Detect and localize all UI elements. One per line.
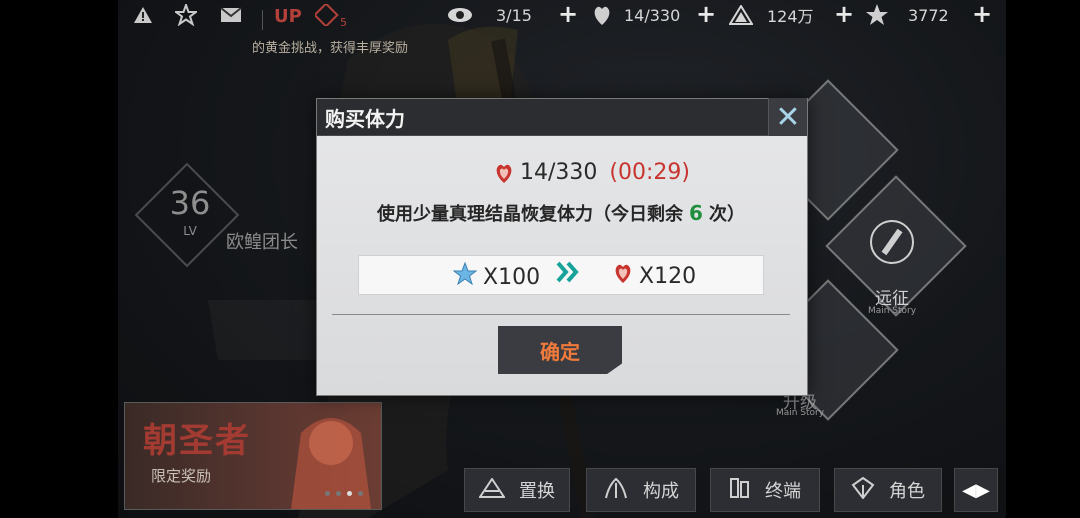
chevron-right-icon [555,260,581,290]
expand-arrows-button[interactable]: ◀▶ [954,468,998,512]
dialog-header: 购买体力 [317,99,807,136]
add-resource-3-button[interactable]: + [832,0,856,28]
dialog-description: 使用少量真理结晶恢复体力（今日剩余 6 次） [316,200,806,226]
upgrade-subtitle: Main Story [775,408,825,418]
swap-triangle-icon [478,476,506,503]
add-resource-4-button[interactable]: + [970,0,994,28]
terminal-button[interactable]: 终端 [710,468,820,512]
resource-value-2: 14/330 [624,5,681,25]
swap-label: 置换 [519,481,555,502]
player-name[interactable]: 欧鳇团长 [226,228,298,254]
warning-icon[interactable] [130,4,156,26]
gain-item: X120 [613,262,696,290]
cost-item: X100 [452,261,541,292]
resource-value-1: 3/15 [496,5,532,25]
banner-pager [325,491,363,496]
formation-label: 构成 [643,481,679,502]
banner-subtitle: 限定奖励 [151,467,212,485]
stamina-status: 14/330 (00:29) [494,160,690,185]
stamina-timer: (00:29) [609,160,690,185]
swap-button[interactable]: 置换 [464,468,570,512]
exchange-row: X100 X120 [358,255,764,295]
level-label: LV [183,224,197,238]
add-resource-1-button[interactable]: + [556,0,580,28]
remaining-count: 6 [689,201,703,225]
triangle-coin-icon [728,4,754,26]
terminal-icon [729,477,751,504]
close-button[interactable]: ✕ [768,98,807,136]
event-badge-icon[interactable] [314,4,340,26]
add-resource-2-button[interactable]: + [694,0,718,28]
character-label: 角色 [889,481,925,502]
formation-icon [603,477,629,504]
settings-star-icon[interactable] [173,4,199,26]
terminal-label: 终端 [765,481,801,502]
confirm-button[interactable]: 确定 [498,326,622,374]
stamina-heart-icon [589,4,615,26]
resource-value-3: 124万 [767,7,814,26]
stamina-value: 14/330 [520,160,598,185]
desc-prefix: 使用少量真理结晶恢复体力（今日剩余 [377,204,684,225]
resource-value-4: 3772 [908,5,949,25]
dialog-divider [332,314,790,315]
event-badge-count: 5 [340,15,347,29]
up-event-label[interactable]: UP [274,4,302,28]
compass-icon [870,220,914,264]
dialog-title: 购买体力 [325,107,405,131]
stamina-heart-icon [613,262,633,290]
player-level: 36 [169,184,211,222]
character-button[interactable]: 角色 [834,468,942,512]
event-banner[interactable]: 朝圣者 限定奖励 [124,402,382,510]
stamina-heart-icon [494,162,514,184]
desc-suffix: 次） [708,204,745,225]
topbar-divider [262,10,263,30]
eye-icon [447,4,473,26]
crystal-star-icon [864,4,890,26]
event-subtitle: 的黄金挑战，获得丰厚奖励 [252,41,409,56]
cost-amount: X100 [483,264,541,290]
crystal-star-icon [452,261,478,292]
gain-amount: X120 [639,263,697,289]
character-icon [851,476,875,504]
banner-title: 朝圣者 [143,421,251,461]
formation-button[interactable]: 构成 [586,468,696,512]
mail-icon[interactable] [218,4,244,26]
